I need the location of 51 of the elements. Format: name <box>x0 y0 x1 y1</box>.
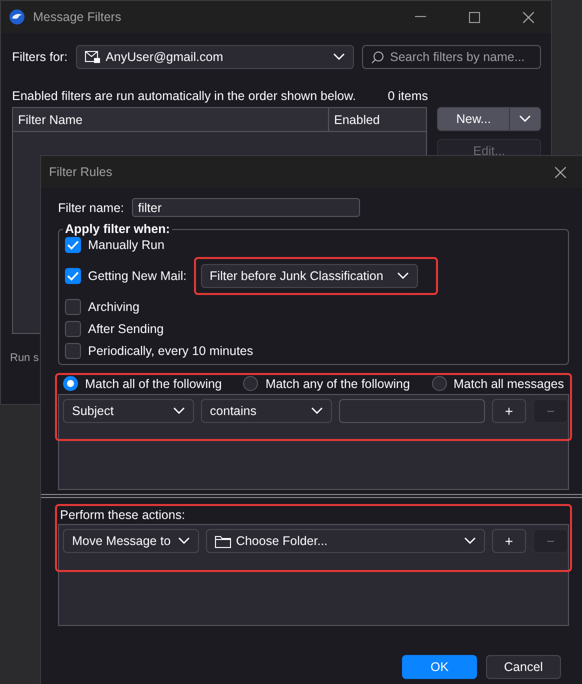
folder-icon <box>214 534 231 548</box>
checkbox[interactable] <box>65 237 81 253</box>
column-header[interactable]: Enabled <box>329 108 426 131</box>
chevron-down-icon <box>310 407 323 415</box>
info-text: Enabled filters are run automatically in the order shown below. <box>12 89 356 103</box>
value-field[interactable] <box>338 399 485 423</box>
filter-name-field[interactable]: filter <box>132 198 360 217</box>
checkbox-label[interactable]: Manually Run <box>88 238 164 252</box>
item-count: 0 items <box>388 89 428 103</box>
checkbox[interactable] <box>65 299 81 315</box>
window-title: Message Filters <box>33 10 122 24</box>
checkbox-label[interactable]: Periodically, every 10 minutes <box>88 344 254 358</box>
group-legend: Apply filter when: <box>63 222 172 236</box>
filter-name-label: Filter name: <box>58 200 124 214</box>
checkbox[interactable] <box>65 268 81 284</box>
chevron-down-icon <box>464 537 476 545</box>
ok-button[interactable]: OK <box>402 655 477 679</box>
match-option[interactable]: Match all messages <box>432 376 564 391</box>
actions-heading: Perform these actions: <box>59 507 186 524</box>
search-icon <box>370 50 384 64</box>
checkbox-label[interactable]: After Sending <box>88 322 164 336</box>
field-dropdown[interactable]: Subject <box>63 399 194 423</box>
search-field[interactable]: Search filters by name... <box>362 45 541 69</box>
chevron-down-icon <box>332 53 345 61</box>
folder-dropdown[interactable]: Choose Folder... <box>206 529 485 553</box>
new-button[interactable]: New... <box>437 107 541 131</box>
junk-order-dropdown[interactable]: Filter before Junk Classification <box>200 264 418 288</box>
chevron-down-icon <box>178 537 190 545</box>
match-option[interactable]: Match any of the following <box>243 376 410 391</box>
checkbox-label[interactable]: Archiving <box>88 300 140 314</box>
checkbox[interactable] <box>65 321 81 337</box>
checkbox-label[interactable]: Getting New Mail: <box>88 269 187 283</box>
checkbox[interactable] <box>65 343 81 359</box>
cancel-button[interactable]: Cancel <box>486 655 561 679</box>
minimize-icon <box>414 16 426 18</box>
column-header[interactable]: Filter Name <box>13 108 329 131</box>
filters-for-label: Filters for: <box>12 50 68 64</box>
action-dropdown[interactable]: Move Message to <box>63 529 199 553</box>
chevron-down-icon <box>172 407 185 415</box>
account-dropdown[interactable]: AnyUser@gmail.com <box>76 45 354 69</box>
add-button[interactable]: + <box>492 399 526 423</box>
app-icon <box>9 9 25 25</box>
close-icon <box>554 166 566 178</box>
chevron-down-icon <box>396 272 409 280</box>
close-icon <box>522 12 534 22</box>
dialog-title: Filter Rules <box>49 165 114 179</box>
chevron-down-icon <box>519 115 531 123</box>
footer-text: Run s <box>10 352 39 364</box>
maximize-icon <box>468 12 480 22</box>
add-button[interactable]: + <box>492 529 526 553</box>
operator-dropdown[interactable]: contains <box>200 399 332 423</box>
